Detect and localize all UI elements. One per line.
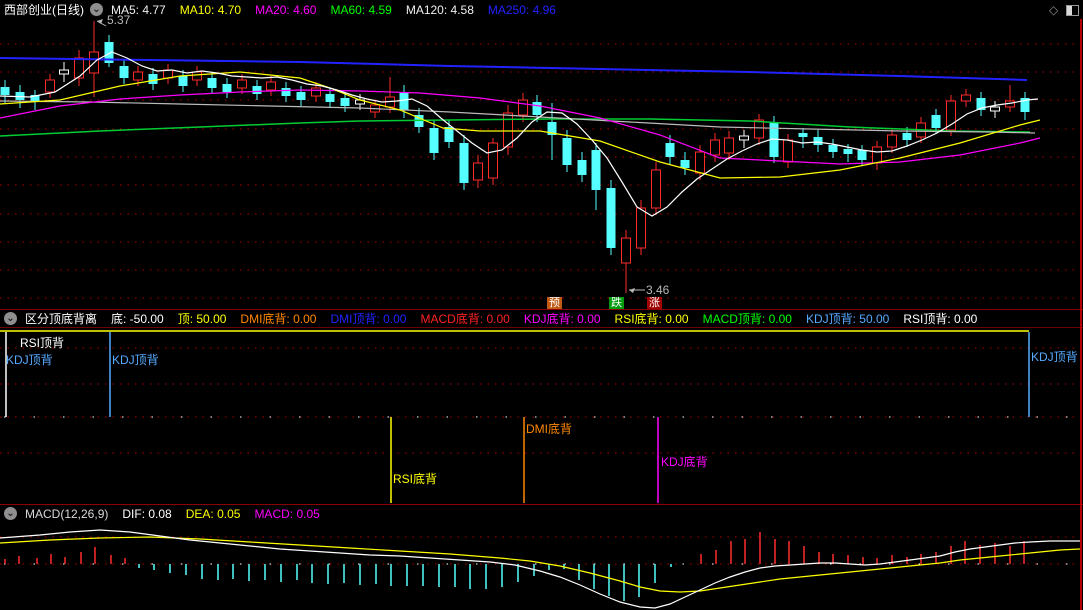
- indicator-value-3: DMI底背: 0.00: [240, 312, 317, 326]
- indicator-value-2: 顶: 50.00: [177, 312, 227, 326]
- collapse-main-icon[interactable]: ⌄: [90, 3, 103, 16]
- divergence-label-2: KDJ顶背: [112, 353, 159, 367]
- macd-value-0: MACD(12,26,9): [25, 506, 109, 521]
- indicator-value-10: RSI顶背: 0.00: [903, 312, 978, 326]
- dif-line: [0, 529, 1080, 609]
- divergence-label-3: KDJ顶背: [1031, 350, 1078, 364]
- indicator-value-8: MACD顶背: 0.00: [702, 312, 792, 326]
- ma-value-1: MA10: 4.70: [179, 2, 242, 17]
- divergence-label-6: RSI底背: [393, 472, 438, 486]
- macd-header-values: MACD(12,26,9) DIF: 0.08 DEA: 0.05 MACD: 0.0…: [25, 507, 334, 521]
- macd-canvas[interactable]: [0, 522, 1083, 610]
- indicator-value-5: MACD底背: 0.00: [420, 312, 510, 326]
- ma-value-5: MA250: 4.96: [487, 2, 556, 17]
- layout-panel-icon[interactable]: [1066, 5, 1079, 16]
- divergence-label-0: RSI顶背: [20, 336, 65, 350]
- macd-histogram-layer: [4, 532, 1025, 601]
- indicator-value-0: 区分顶底背离: [25, 312, 98, 326]
- chart-right-border: [1080, 19, 1082, 610]
- ma-value-4: MA120: 4.58: [405, 2, 474, 17]
- collapse-indicator-icon[interactable]: ⌄: [4, 312, 17, 325]
- indicator-value-6: KDJ底背: 0.00: [523, 312, 601, 326]
- main-chart-header: 西部创业(日线) ⌄ MA5: 4.77 MA10: 4.70 MA20: 4.60…: [0, 0, 1083, 19]
- grid-layer: [0, 43, 1080, 299]
- candles-layer: [0, 21, 1030, 293]
- stock-title: 西部创业(日线): [4, 3, 84, 17]
- diamond-icon[interactable]: ◇: [1049, 3, 1058, 17]
- collapse-macd-icon[interactable]: ⌄: [4, 507, 17, 520]
- low-price-label: 3.46: [646, 283, 670, 297]
- indicator-value-9: KDJ顶背: 50.00: [805, 312, 890, 326]
- main-chart-canvas[interactable]: [0, 19, 1083, 309]
- indicator-value-7: RSI底背: 0.00: [614, 312, 689, 326]
- macd-header: ⌄ MACD(12,26,9) DIF: 0.08 DEA: 0.05 MACD: 0…: [0, 505, 1083, 522]
- indicator-canvas[interactable]: [0, 328, 1083, 504]
- macd-value-3: MACD: 0.05: [254, 506, 320, 521]
- macd-value-1: DIF: 0.08: [122, 506, 172, 521]
- indicator-value-4: DMI顶背: 0.00: [330, 312, 407, 326]
- ma-value-2: MA20: 4.60: [255, 2, 317, 17]
- ma-values: MA5: 4.77 MA10: 4.70 MA20: 4.60 MA60: 4.59 M…: [111, 3, 570, 17]
- ma60-line: [0, 118, 1031, 137]
- macd-value-2: DEA: 0.05: [185, 506, 241, 521]
- indicator-header-values: 区分顶底背离 底: -50.00 顶: 50.00 DMI底背: 0.00 DMI顶背:…: [25, 310, 991, 327]
- indicator-header: ⌄ 区分顶底背离 底: -50.00 顶: 50.00 DMI底背: 0.00 DMI顶…: [0, 310, 1083, 327]
- divergence-label-5: KDJ底背: [661, 455, 708, 469]
- ma-value-3: MA60: 4.59: [330, 2, 392, 17]
- divergence-label-1: KDJ顶背: [6, 353, 53, 367]
- high-price-label: 5.37: [107, 13, 131, 27]
- divergence-label-4: DMI底背: [526, 422, 572, 436]
- indicator-value-1: 底: -50.00: [111, 312, 164, 326]
